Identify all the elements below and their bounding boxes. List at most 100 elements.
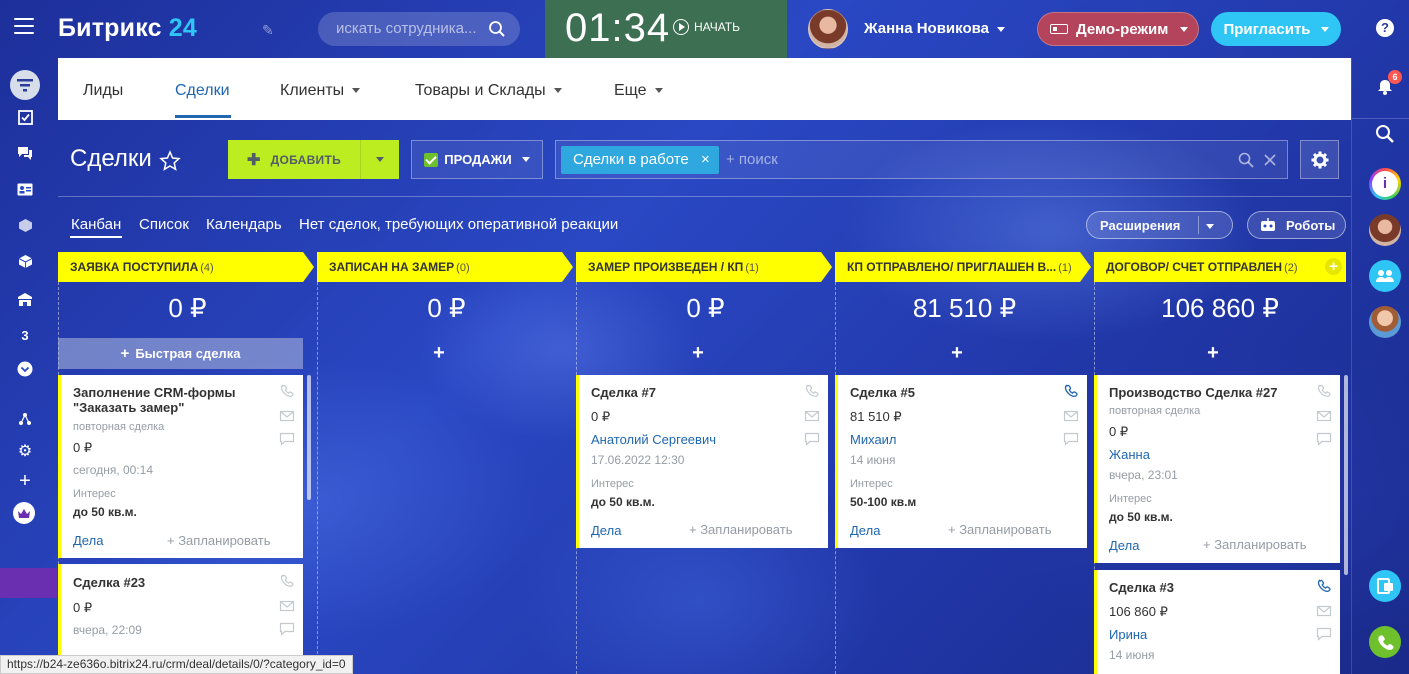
- demo-mode-button[interactable]: Демо-режим: [1037, 12, 1199, 46]
- deal-title[interactable]: Производство Сделка #27: [1109, 385, 1278, 400]
- assistant-icon[interactable]: i: [1369, 168, 1401, 200]
- schedule-link[interactable]: + Запланировать: [948, 522, 1051, 537]
- crown-icon[interactable]: [13, 502, 35, 524]
- view-kanban[interactable]: Канбан: [71, 216, 121, 233]
- filter-chip[interactable]: Сделки в работе ×: [561, 146, 719, 174]
- tab-clients[interactable]: Клиенты: [280, 82, 361, 100]
- deal-card[interactable]: Сделка #5 81 510 ₽ Михаил 14 июня Интере…: [835, 375, 1087, 548]
- add-deal-in-stage-button[interactable]: +: [942, 342, 972, 366]
- star-icon[interactable]: [159, 150, 181, 172]
- phone-icon[interactable]: [804, 384, 820, 400]
- user-menu[interactable]: Жанна Новикова: [864, 20, 1005, 37]
- mail-icon[interactable]: [1063, 408, 1079, 424]
- contact-card-icon[interactable]: [14, 178, 36, 200]
- deal-title[interactable]: Сделка #7: [591, 385, 656, 400]
- tasks-link[interactable]: Дела: [591, 523, 621, 538]
- column-scrollbar[interactable]: [1344, 375, 1348, 575]
- stage-header[interactable]: КП ОТПРАВЛЕНО/ ПРИГЛАШЕН В... (1): [835, 252, 1080, 282]
- chat-icon[interactable]: [804, 431, 820, 447]
- deal-contact-link[interactable]: Жанна: [1109, 447, 1150, 462]
- pipeline-select[interactable]: ПРОДАЖИ: [411, 140, 543, 179]
- chat-icon[interactable]: [14, 142, 36, 164]
- deal-card[interactable]: Производство Сделка #27 повторная сделка…: [1094, 375, 1340, 563]
- filter-search-input[interactable]: [726, 151, 1126, 168]
- add-deal-button[interactable]: ✚ ДОБАВИТЬ: [228, 140, 360, 179]
- deal-card[interactable]: Заполнение CRM-формы "Заказать замер" по…: [58, 375, 303, 558]
- settings-button[interactable]: [1300, 140, 1339, 179]
- phone-icon[interactable]: [279, 574, 295, 590]
- cube-icon[interactable]: [14, 250, 36, 272]
- no-urgent-deals-link[interactable]: Нет сделок, требующих оперативной реакци…: [299, 216, 618, 233]
- deal-title[interactable]: Заполнение CRM-формы: [73, 385, 235, 400]
- stage-header[interactable]: ЗАЯВКА ПОСТУПИЛА (4): [58, 252, 303, 282]
- chat-icon[interactable]: [1316, 626, 1332, 642]
- phone-icon[interactable]: [1316, 384, 1332, 400]
- add-deal-in-stage-button[interactable]: +: [683, 342, 713, 366]
- phone-icon[interactable]: [1369, 626, 1401, 658]
- tab-leads[interactable]: Лиды: [83, 82, 123, 100]
- settings-icon[interactable]: ⚙: [14, 440, 36, 462]
- mail-icon[interactable]: [1316, 603, 1332, 619]
- stage-header[interactable]: ЗАПИСАН НА ЗАМЕР (0): [317, 252, 562, 282]
- sitemap-icon[interactable]: [14, 408, 36, 430]
- stage-header[interactable]: ЗАМЕР ПРОИЗВЕДЕН / КП (1): [576, 252, 821, 282]
- menu-icon[interactable]: [14, 18, 34, 34]
- phone-icon[interactable]: [279, 384, 295, 400]
- deal-title[interactable]: Сделка #23: [73, 575, 145, 590]
- view-list[interactable]: Список: [139, 216, 189, 233]
- add-dropdown-button[interactable]: [360, 140, 399, 179]
- mail-icon[interactable]: [279, 408, 295, 424]
- deal-card[interactable]: Сделка #7 0 ₽ Анатолий Сергеевич 17.06.2…: [576, 375, 828, 548]
- filter-bar[interactable]: Сделки в работе ×: [555, 140, 1288, 179]
- mail-icon[interactable]: [1316, 408, 1332, 424]
- contact-avatar[interactable]: [1369, 306, 1401, 338]
- crm-funnel-icon[interactable]: [10, 70, 40, 100]
- contact-avatar[interactable]: [1369, 214, 1401, 246]
- deal-contact-link[interactable]: Михаил: [850, 432, 897, 447]
- quick-deal-button[interactable]: + Быстрая сделка: [58, 338, 303, 369]
- column-scrollbar[interactable]: [307, 375, 311, 500]
- tab-more[interactable]: Еще: [614, 82, 663, 100]
- group-chat-icon[interactable]: [1369, 260, 1401, 292]
- deal-title[interactable]: Сделка #5: [850, 385, 915, 400]
- mail-icon[interactable]: [279, 598, 295, 614]
- add-deal-in-stage-button[interactable]: +: [424, 342, 454, 366]
- tasks-link[interactable]: Дела: [73, 533, 103, 548]
- search-icon[interactable]: [1375, 124, 1395, 144]
- stage-header[interactable]: ДОГОВОР/ СЧЕТ ОТПРАВЛЕН (2): [1094, 252, 1346, 282]
- tab-deals[interactable]: Сделки: [175, 82, 230, 100]
- add-deal-in-stage-button[interactable]: +: [1198, 342, 1228, 366]
- schedule-link[interactable]: + Запланировать: [1203, 537, 1306, 552]
- clear-icon[interactable]: [1263, 153, 1277, 167]
- store-icon[interactable]: [14, 288, 36, 310]
- close-icon[interactable]: ×: [701, 146, 710, 174]
- add-stage-icon[interactable]: +: [1325, 258, 1342, 275]
- user-avatar[interactable]: [808, 9, 848, 49]
- deal-title[interactable]: Сделка #3: [1109, 580, 1174, 595]
- extensions-button[interactable]: Расширения: [1086, 211, 1233, 239]
- tab-products[interactable]: Товары и Склады: [415, 82, 562, 100]
- view-calendar[interactable]: Календарь: [206, 216, 282, 233]
- tasks-link[interactable]: Дела: [1109, 538, 1139, 553]
- logo[interactable]: Битрикс 24: [58, 14, 197, 43]
- deal-card[interactable]: Сделка #3 106 860 ₽ Ирина 14 июня: [1094, 570, 1340, 674]
- robots-button[interactable]: Роботы: [1247, 211, 1346, 239]
- invite-button[interactable]: Пригласить: [1211, 12, 1341, 46]
- deal-contact-link[interactable]: Ирина: [1109, 627, 1147, 642]
- phone-icon[interactable]: [1316, 579, 1332, 595]
- search-icon[interactable]: [488, 20, 506, 38]
- chat-icon[interactable]: [279, 431, 295, 447]
- open-line-icon[interactable]: [1369, 570, 1401, 602]
- chat-icon[interactable]: [1063, 431, 1079, 447]
- deal-title[interactable]: "Заказать замер": [73, 400, 184, 415]
- chat-icon[interactable]: [279, 621, 295, 637]
- edit-pencil-icon[interactable]: ✎: [262, 22, 274, 39]
- schedule-link[interactable]: + Запланировать: [167, 533, 270, 548]
- mail-icon[interactable]: [804, 408, 820, 424]
- chat-icon[interactable]: [1316, 431, 1332, 447]
- search-icon[interactable]: [1238, 152, 1254, 168]
- box-icon[interactable]: [14, 214, 36, 236]
- phone-icon[interactable]: [1063, 384, 1079, 400]
- schedule-link[interactable]: + Запланировать: [689, 522, 792, 537]
- tasks-icon[interactable]: [14, 106, 36, 128]
